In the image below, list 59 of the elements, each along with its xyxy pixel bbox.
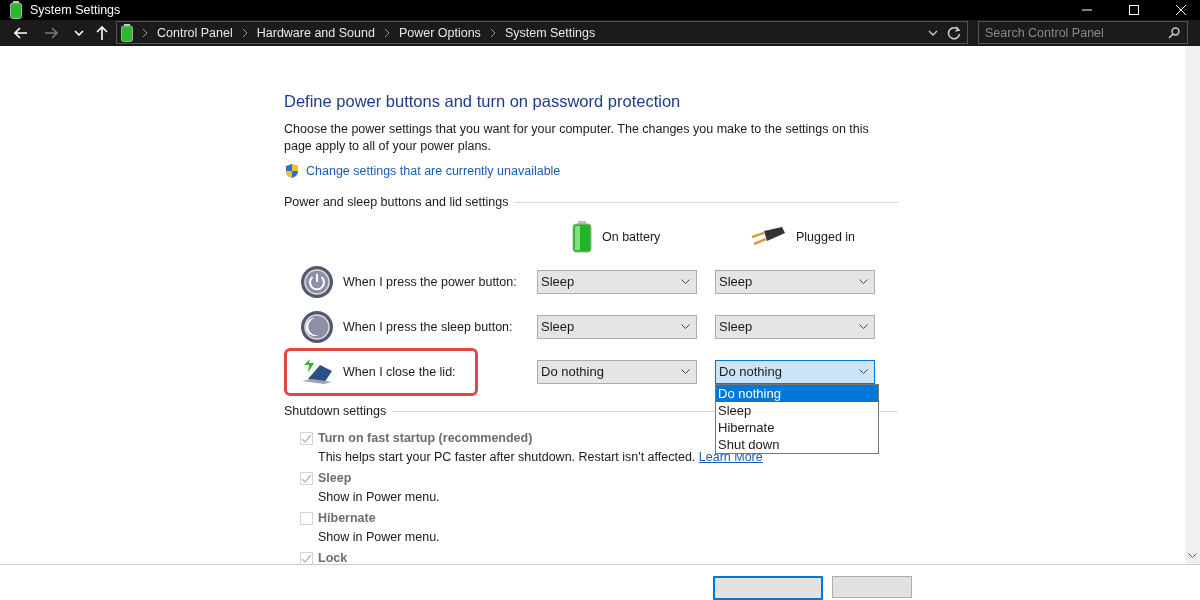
dropdown-option[interactable]: Sleep [716, 401, 878, 419]
breadcrumb-item[interactable]: Power Options [398, 25, 481, 40]
chevron-down-icon [681, 324, 690, 329]
back-arrow-icon[interactable] [14, 26, 28, 39]
maximize-icon[interactable] [1128, 3, 1140, 16]
plug-icon [750, 227, 786, 247]
dropdown-option[interactable]: Do nothing [716, 384, 878, 402]
checkbox-label: Sleep [318, 471, 352, 485]
scrollbar[interactable] [1185, 46, 1200, 564]
search-icon [1168, 27, 1180, 40]
page-heading: Define power buttons and turn on password protection [284, 92, 682, 111]
checkbox-label: Turn on fast startup (recommended) [318, 431, 533, 445]
change-settings-link[interactable]: Change settings that are currently unavailable [306, 164, 561, 178]
chevron-down-icon [859, 279, 868, 284]
dropdown[interactable]: Sleep [715, 269, 875, 294]
setting-label: When I press the sleep button: [343, 319, 513, 334]
refresh-icon[interactable] [947, 25, 961, 40]
chevron-down-icon [681, 279, 690, 284]
search-field[interactable]: Search Control Panel [978, 21, 1188, 45]
dropdown[interactable]: Sleep [537, 269, 697, 294]
chevron-right-icon [142, 27, 148, 38]
battery-icon [121, 23, 133, 42]
section-title: Shutdown settings [284, 404, 387, 418]
chevron-down-icon [681, 369, 690, 374]
option-description: Show in Power menu. [318, 489, 440, 506]
dropdown-option[interactable]: Hibernate [716, 418, 878, 436]
address-bar[interactable]: Control Panel Hardware and Sound Power Options System Settings [116, 21, 968, 45]
shield-icon [284, 163, 300, 179]
battery-icon [572, 221, 592, 253]
chevron-down-icon[interactable] [1188, 553, 1197, 558]
chevron-right-icon [489, 27, 496, 38]
checkbox-label: Hibernate [318, 511, 376, 525]
chevron-right-icon [241, 27, 248, 38]
dropdown[interactable]: Sleep [537, 314, 697, 339]
column-header: Plugged in [796, 230, 856, 244]
dialog-button[interactable] [713, 576, 823, 600]
setting-label: When I press the power button: [343, 274, 517, 289]
up-arrow-icon[interactable] [96, 25, 108, 40]
breadcrumb-item[interactable]: Control Panel [157, 25, 233, 40]
chevron-right-icon [383, 27, 390, 38]
column-header: On battery [602, 230, 661, 244]
section-title: Power and sleep buttons and lid settings [284, 195, 509, 209]
dropdown-option[interactable]: Shut down [716, 435, 878, 453]
dropdown[interactable]: Do nothing [537, 359, 697, 384]
chevron-down-icon [859, 324, 868, 329]
breadcrumb-item[interactable]: System Settings [504, 25, 596, 40]
dropdown[interactable]: Sleep [715, 314, 875, 339]
checkbox-label: Lock [318, 551, 348, 565]
option-description: Show in Power menu. [318, 529, 440, 546]
page-description: Choose the power settings that you want for your computer. The changes you make to the settings on this page apply to all of your power plans. [284, 121, 870, 155]
moon-icon [300, 309, 334, 344]
chevron-down-icon [859, 369, 868, 374]
power-icon [300, 264, 334, 299]
setting-label: When I close the lid: [343, 364, 456, 379]
breadcrumb-item[interactable]: Hardware and Sound [256, 25, 375, 40]
dropdown[interactable]: Do nothing [715, 359, 875, 384]
window-title: System Settings [30, 2, 121, 17]
close-icon[interactable] [1175, 3, 1187, 16]
battery-icon [10, 0, 22, 19]
